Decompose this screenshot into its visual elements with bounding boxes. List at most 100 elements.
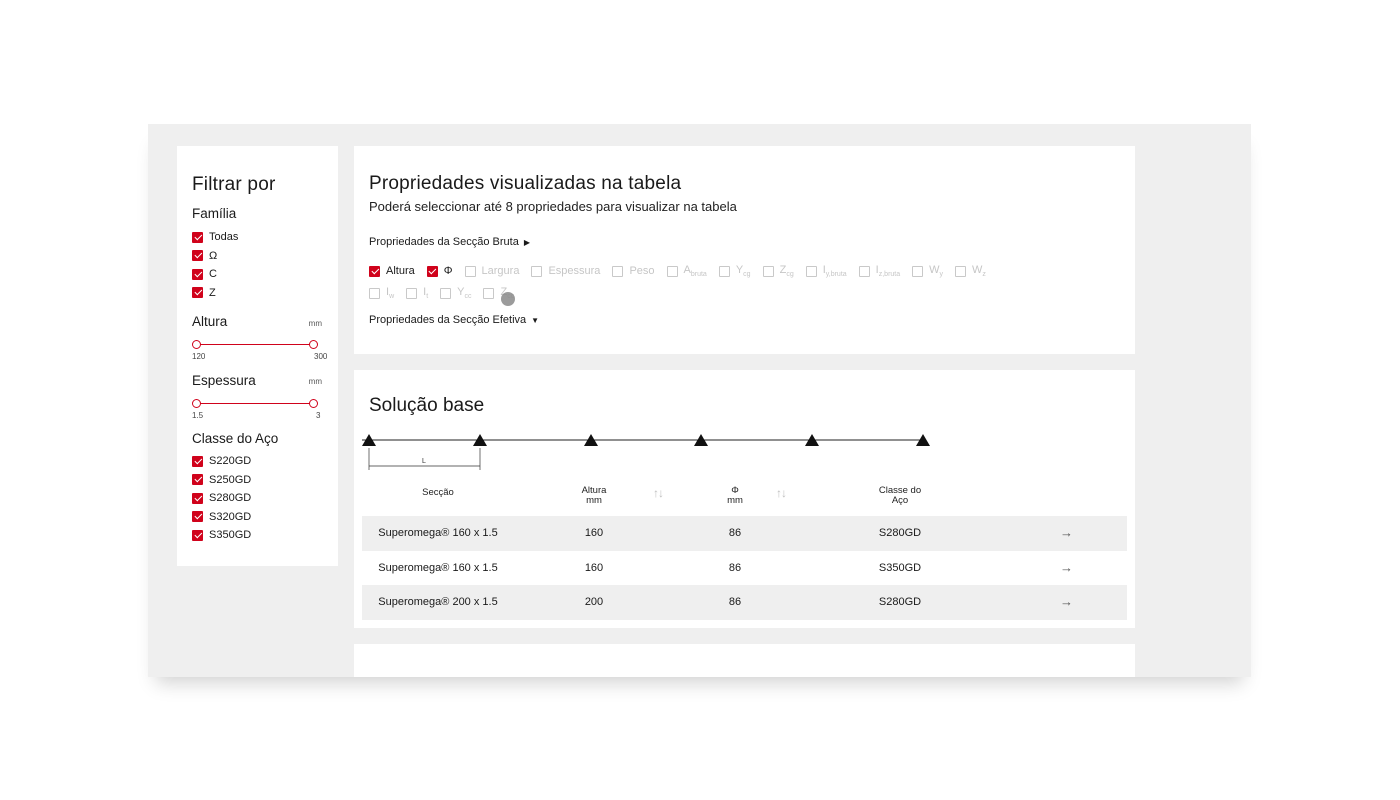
row-arrow-right-icon[interactable]: → [1060,551,1073,586]
altura-unit: mm [308,319,322,328]
espessura-slider-min-handle[interactable] [192,399,201,408]
checkbox[interactable] [464,265,476,277]
property-option[interactable]: Altura [369,265,415,277]
checkbox[interactable] [912,265,924,277]
checkbox[interactable] [369,287,380,299]
row-arrow-right-icon[interactable]: → [1060,585,1073,620]
checkbox-label: Todas [209,231,239,243]
espessura-slider-max-handle[interactable] [309,399,318,408]
espessura-max-value: 3 [316,411,321,420]
sort-phi-icon[interactable]: ↑↓ [776,486,787,500]
option-label: Wz [972,264,986,278]
espessura-range-slider[interactable] [192,399,318,409]
property-option[interactable]: Largura [464,265,520,277]
familia-checkbox-item[interactable]: Ω [192,249,217,263]
checkbox-label: S350GD [209,529,252,541]
checkbox[interactable] [192,511,203,522]
solution-title: Solução base [369,395,485,416]
checkbox[interactable] [192,529,203,541]
accordion-seccao-efetiva[interactable]: Propriedades da Secção Efetiva ▼ [369,314,539,326]
property-options-row-1: Altura Φ Largura Espessura Peso Abruta Ycg Zcg I… [369,264,998,278]
checkbox[interactable] [718,265,730,277]
altura-slider-min-handle[interactable] [192,340,201,349]
checkbox[interactable] [406,287,418,299]
altura-range-slider[interactable] [192,340,318,350]
table-row[interactable]: Superomega® 160 x 1.5 160 86 S280GD → [362,516,1127,551]
property-option[interactable]: Abruta [666,263,707,279]
properties-title: Propriedades visualizadas na tabela [369,173,682,194]
option-label-subscript: bruta [690,271,707,279]
checkbox[interactable] [192,455,203,467]
accordion-seccao-bruta[interactable]: Propriedades da Secção Bruta ▶ [369,236,530,248]
option-label-subscript: cg [743,271,751,279]
checkbox-label: S250GD [209,473,252,486]
checkbox[interactable] [426,265,438,277]
checkbox[interactable] [483,287,495,299]
checkbox[interactable] [192,250,203,261]
property-option[interactable]: Φ [426,265,453,277]
checkbox[interactable] [440,287,452,299]
cell-phi: 86 [728,561,742,574]
cell-altura: 160 [584,527,604,539]
option-label-text: A [683,263,691,276]
beam-diagram: L [362,434,930,470]
option-label: Ycg [736,264,751,278]
altura-slider-max-handle[interactable] [309,340,318,349]
checkbox[interactable] [955,265,967,277]
property-option[interactable]: Wz [955,264,986,278]
option-label: Φ [444,265,453,277]
property-option[interactable]: Iw [369,286,394,300]
familia-checkbox-item[interactable]: Z [192,286,216,300]
checkbox[interactable] [858,265,870,277]
option-label: Altura [386,265,415,277]
altura-min-value: 120 [192,352,206,361]
property-option[interactable]: Iz,bruta [858,264,900,278]
checkbox-label: S320GD [209,510,252,523]
checkbox[interactable] [192,231,203,243]
checkbox[interactable] [192,287,203,298]
checkbox[interactable] [612,265,624,277]
header-altura-unit: mm [586,495,602,506]
option-label-text: Largura [481,265,520,277]
checkbox[interactable] [762,265,774,277]
classe-checkbox-item[interactable]: S250GD [192,473,251,487]
property-option[interactable]: Zcg [762,264,794,278]
classe-checkbox-item[interactable]: S320GD [192,510,251,524]
classe-checkbox-item[interactable]: S350GD [192,528,251,542]
classe-checkbox-item[interactable]: S280GD [192,491,251,505]
property-option[interactable]: Espessura [531,265,600,277]
property-option[interactable]: Wy [912,264,943,278]
option-label-subscript: cc [464,293,472,301]
property-option[interactable]: It [406,286,428,300]
checkbox[interactable] [369,265,380,277]
checkbox-label: S220GD [209,455,252,467]
header-seccao: Secção [422,487,454,498]
cell-seccao: Superomega® 200 x 1.5 [378,596,498,609]
caret-right-icon: ▶ [523,237,530,247]
property-option[interactable]: Ycc [440,286,471,300]
option-label: Ycc [457,286,471,300]
checkbox[interactable] [192,492,203,504]
row-arrow-right-icon[interactable]: → [1060,516,1073,551]
table-row[interactable]: Superomega® 200 x 1.5 200 86 S280GD → [362,585,1127,621]
table-row[interactable]: Superomega® 160 x 1.5 160 86 S350GD → [362,551,1127,586]
checkbox[interactable] [192,474,203,485]
next-panel [354,644,1135,677]
mouse-cursor-indicator [501,292,515,306]
checkbox[interactable] [192,268,203,280]
checkbox-label: Z [209,286,216,299]
option-label: Largura [482,265,520,277]
checkbox[interactable] [531,265,543,277]
checkbox[interactable] [805,265,817,277]
property-option[interactable]: Iy,bruta [805,264,847,278]
familia-checkbox-item[interactable]: C [192,267,217,281]
option-label: Espessura [548,265,600,277]
property-option[interactable]: Ycg [718,264,751,278]
checkbox[interactable] [666,265,678,277]
option-label: Zcg [780,264,794,278]
classe-checkbox-item[interactable]: S220GD [192,454,251,468]
option-label-text: Altura [386,265,415,277]
familia-checkbox-item[interactable]: Todas [192,230,238,244]
property-option[interactable]: Peso [612,265,655,277]
sort-altura-icon[interactable]: ↑↓ [653,486,664,500]
